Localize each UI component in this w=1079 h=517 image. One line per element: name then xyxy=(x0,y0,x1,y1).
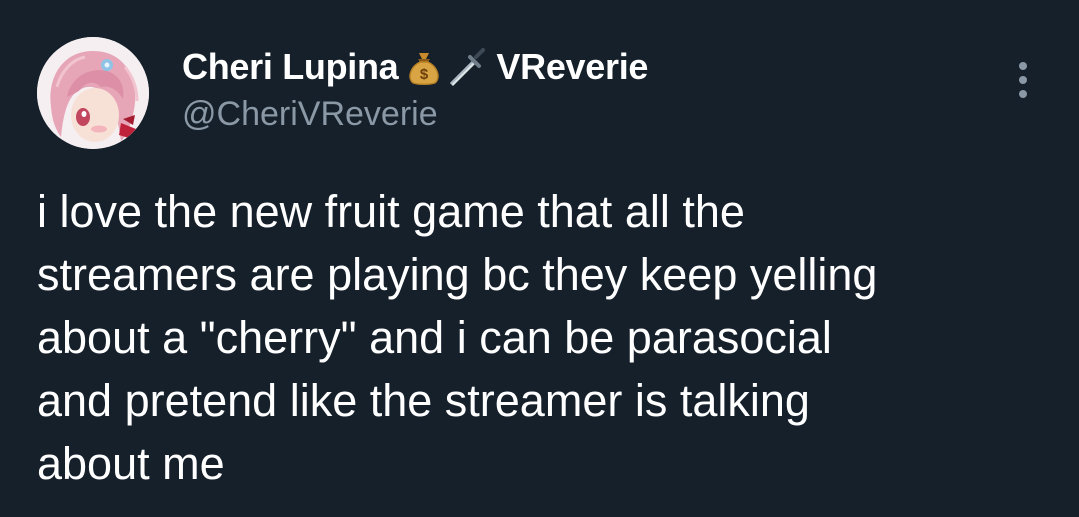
tweet-text-line: i love the new fruit game that all the xyxy=(37,186,745,237)
tweet-text-line: and pretend like the streamer is talking xyxy=(37,375,810,426)
more-options-dot xyxy=(1019,90,1027,98)
dagger-icon xyxy=(446,47,486,87)
author-display-name[interactable]: Cheri Lupina xyxy=(182,46,399,88)
author-name-row[interactable]: Cheri Lupina $ VReverie xyxy=(182,44,648,90)
svg-text:$: $ xyxy=(420,66,429,83)
tweet-text-line: about a "cherry" and i can be parasocial xyxy=(37,312,832,363)
tweet-text-line: streamers are playing bc they keep yelli… xyxy=(37,249,878,300)
tweet-text-line: about me xyxy=(37,438,225,489)
money-bag-icon: $ xyxy=(404,47,444,87)
author-handle[interactable]: @CheriVReverie xyxy=(182,95,438,134)
tweet-text: i love the new fruit game that all the s… xyxy=(37,180,1047,495)
more-options-dot xyxy=(1019,62,1027,70)
avatar-image xyxy=(37,37,149,149)
more-options-icon[interactable] xyxy=(1012,58,1034,102)
tweet-card: Cheri Lupina $ VReverie @CheriVReverie i… xyxy=(0,0,1079,517)
author-display-name-suffix[interactable]: VReverie xyxy=(496,46,648,88)
more-options-dot xyxy=(1019,76,1027,84)
author-avatar[interactable] xyxy=(37,37,149,149)
